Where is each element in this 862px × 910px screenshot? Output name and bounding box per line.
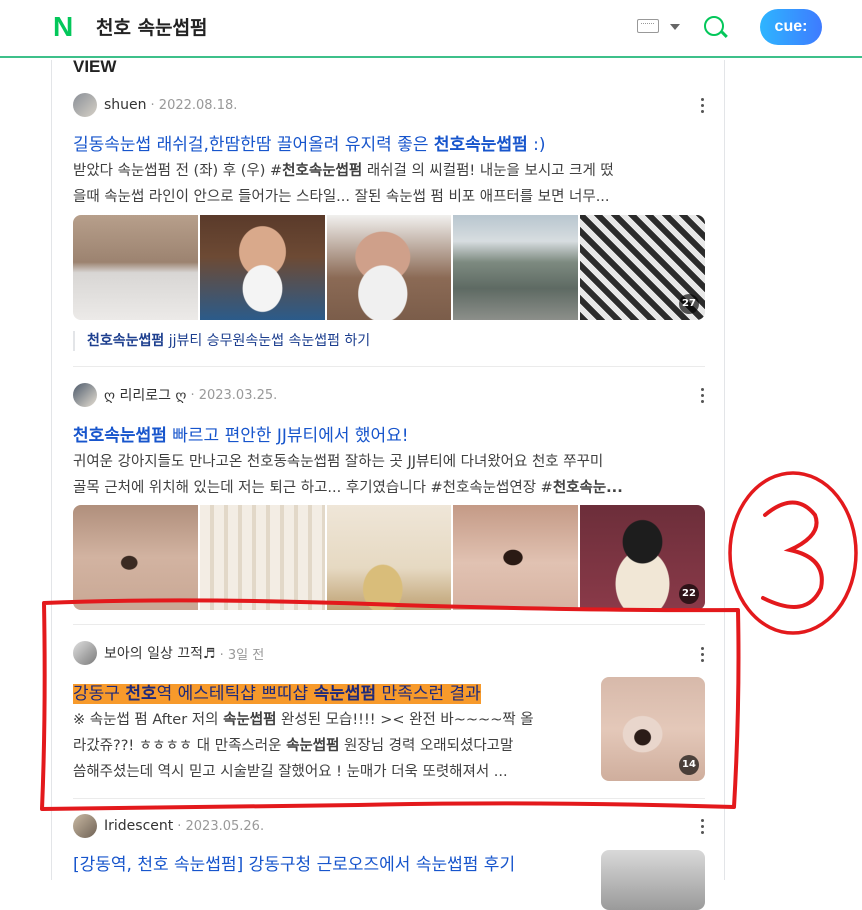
post-date: · 2023.05.26. (177, 818, 265, 834)
red-annotation-box (40, 598, 741, 811)
section-title: VIEW (73, 57, 117, 76)
search-header: N 천호 속눈썹펌 cue: (0, 0, 862, 58)
post-title[interactable]: 길동속눈썹 래쉬걸,한땀한땀 끌어올려 유지력 좋은 천호속눈썹펌 :) (73, 130, 545, 155)
svg-text:3: 3 (793, 569, 794, 571)
divider (73, 366, 705, 367)
photo-thumbnail[interactable] (73, 215, 198, 320)
author-name[interactable]: ღ 리리로그 ღ (104, 385, 186, 405)
annotation-number: 3 (728, 471, 858, 635)
post-meta: ღ 리리로그 ღ · 2023.03.25. (73, 383, 277, 407)
avatar[interactable] (73, 383, 97, 407)
author-name[interactable]: shuen (104, 97, 147, 113)
post-title[interactable]: 천호속눈썹펌 빠르고 편안한 JJ뷰티에서 했어요! (73, 421, 409, 446)
naver-logo[interactable]: N (53, 13, 79, 41)
post-date: · 2023.03.25. (190, 387, 278, 403)
avatar[interactable] (73, 93, 97, 117)
image-count-badge: 27 (678, 294, 699, 314)
post-description: 받았다 속눈썹펌 전 (좌) 후 (우) #천호속눈썹펌 래쉬걸 의 씨컬펌! … (73, 163, 614, 205)
more-options-icon[interactable] (701, 819, 705, 835)
photo-thumbnail[interactable]: 27 (580, 215, 705, 320)
keyboard-icon[interactable] (637, 19, 659, 33)
post-description: 귀여운 강아지들도 만나고온 천호동속눈썹펌 잘하는 곳 JJ뷰티에 다녀왔어요… (73, 454, 623, 496)
search-query[interactable]: 천호 속눈썹펌 (96, 13, 208, 40)
related-search-link[interactable]: 천호속눈썹펌 jj뷰티 승무원속눈썹 속눈썹펌 하기 (73, 331, 370, 351)
more-options-icon[interactable] (701, 388, 705, 404)
post-meta: shuen · 2022.08.18. (73, 93, 237, 117)
post-date: · 2022.08.18. (150, 97, 238, 113)
photo-thumbnail[interactable] (601, 850, 705, 910)
chevron-down-icon[interactable] (670, 24, 680, 30)
more-options-icon[interactable] (701, 98, 705, 114)
avatar[interactable] (73, 814, 97, 838)
post-meta: Iridescent · 2023.05.26. (73, 814, 264, 838)
photo-thumbnail[interactable] (199, 215, 325, 320)
photo-thumbnail[interactable] (326, 215, 452, 320)
image-strip[interactable]: 27 (73, 215, 705, 320)
search-icon[interactable] (704, 16, 724, 36)
post-title[interactable]: [강동역, 천호 속눈썹펌] 강동구청 근로오즈에서 속눈썹펌 후기 (73, 850, 515, 875)
cue-button[interactable]: cue: (760, 9, 822, 45)
photo-thumbnail[interactable] (453, 215, 579, 320)
author-name[interactable]: Iridescent (104, 818, 173, 834)
